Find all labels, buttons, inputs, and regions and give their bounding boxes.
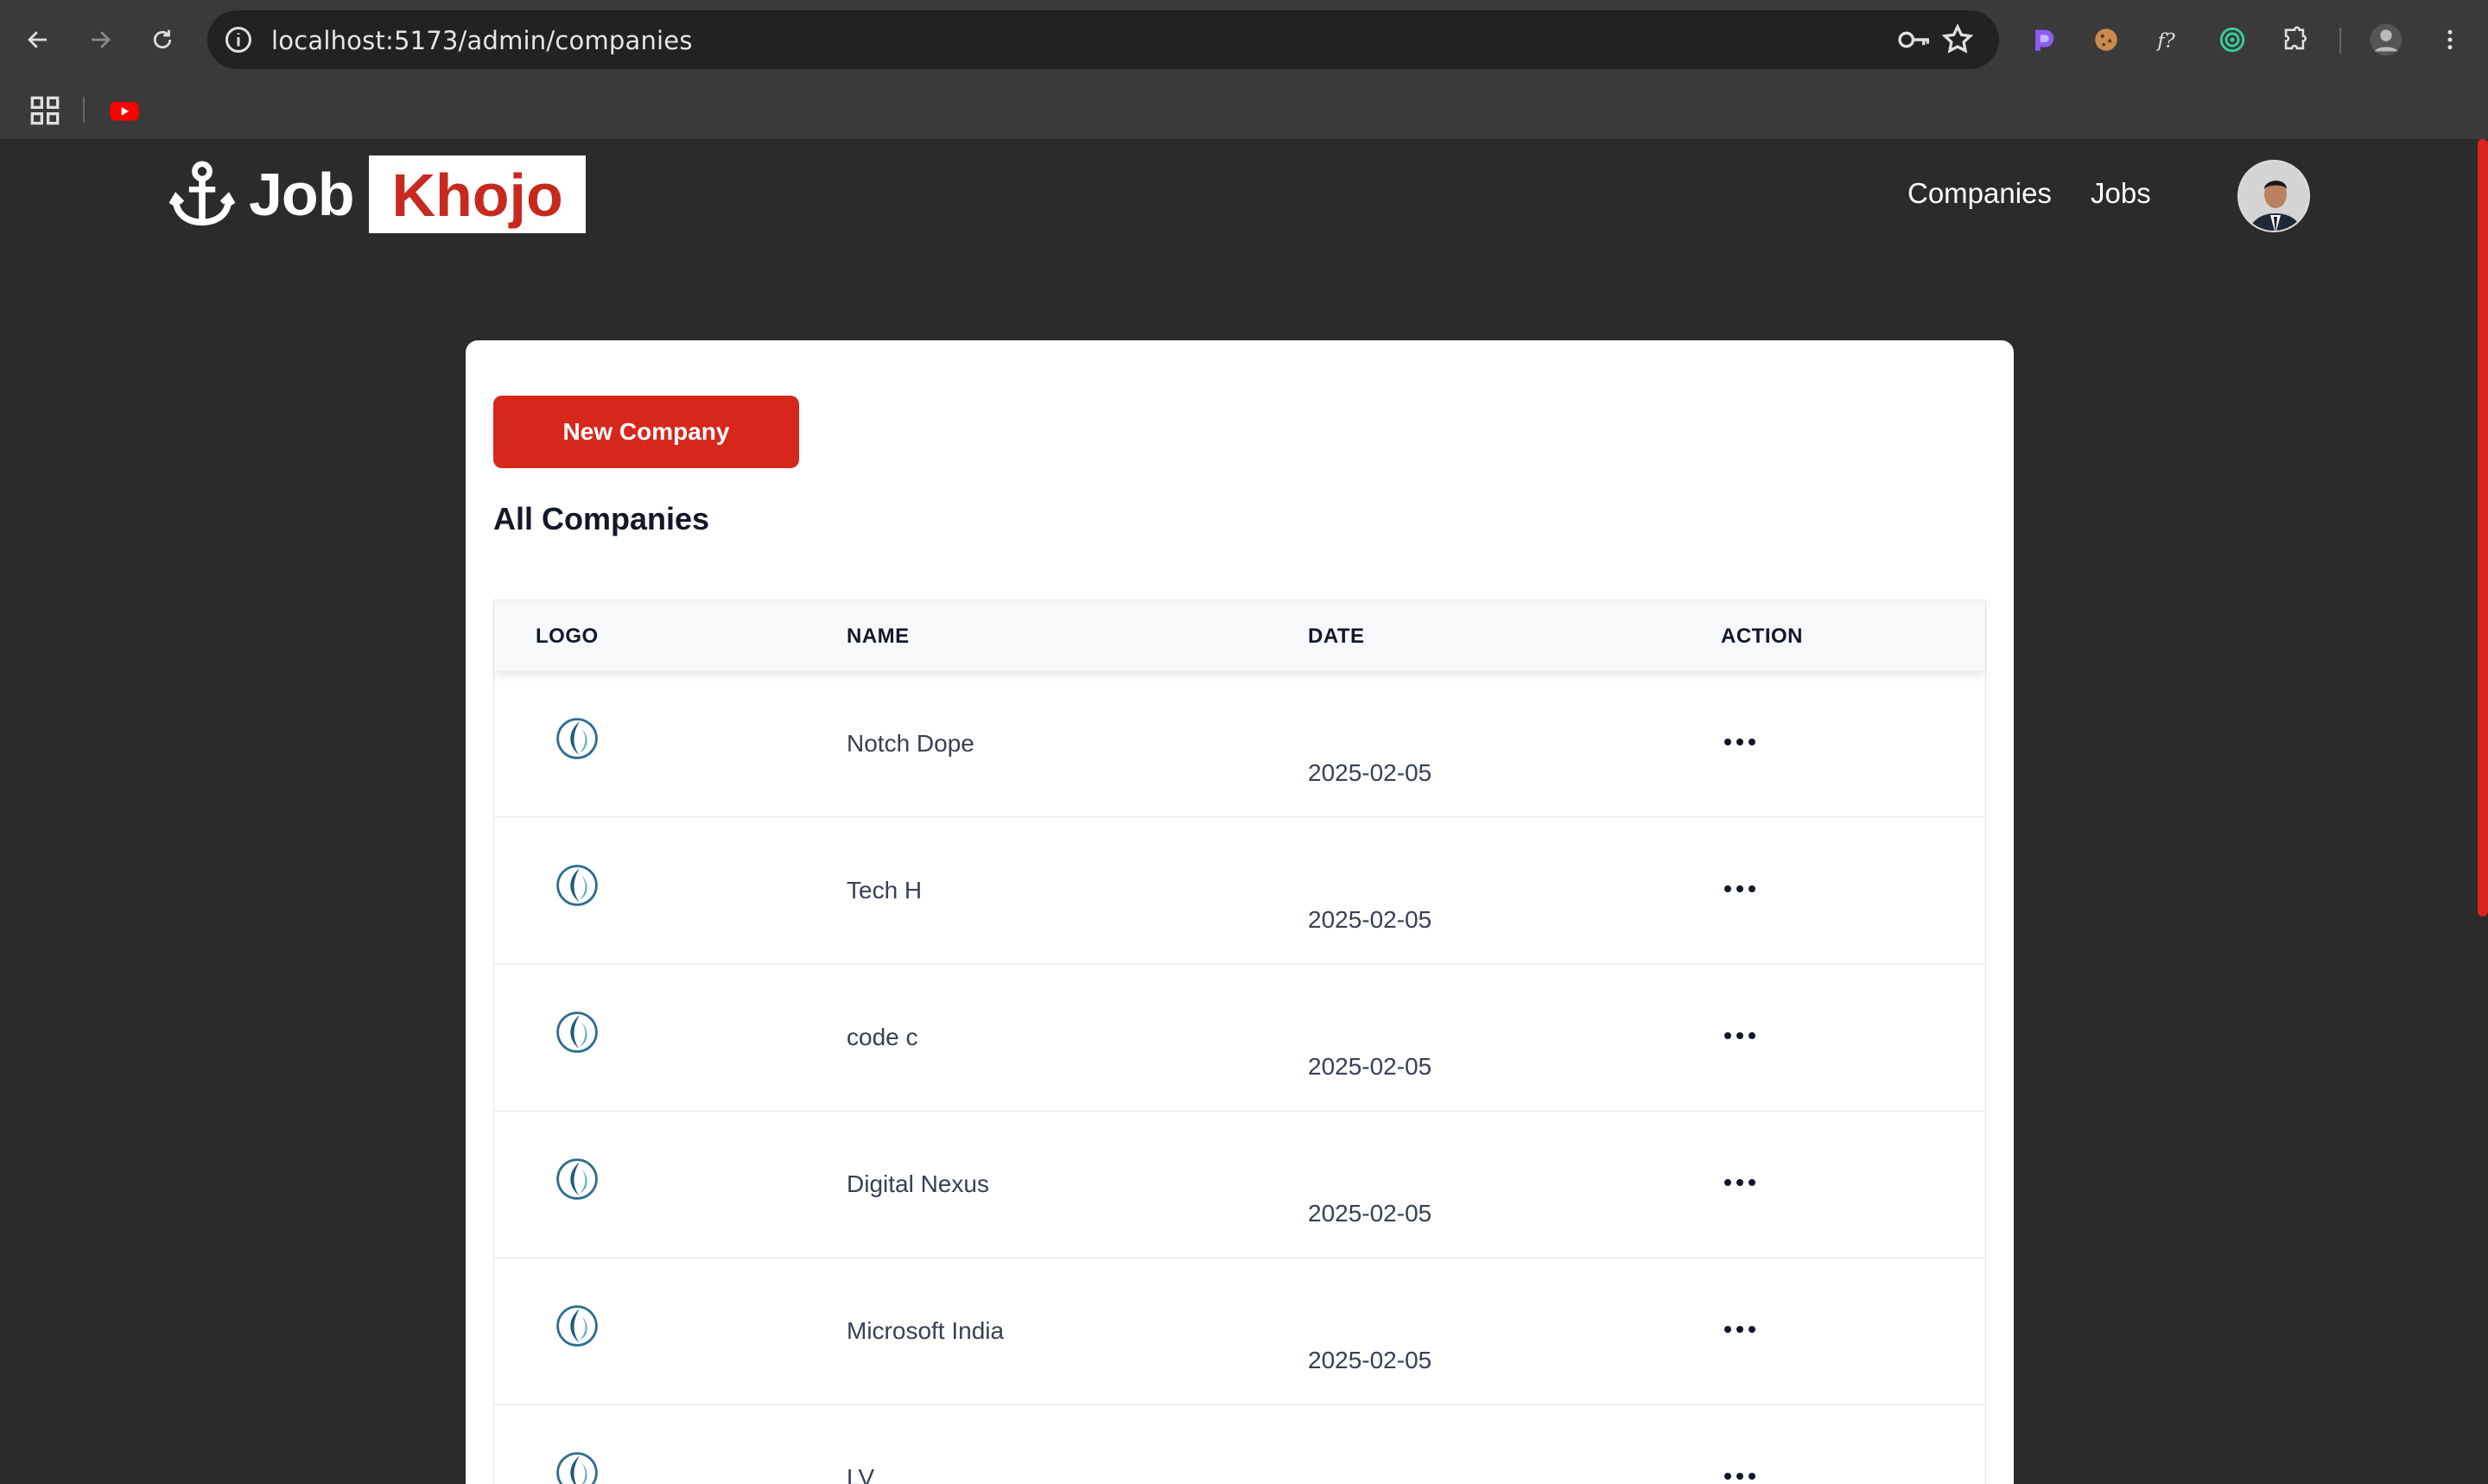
svg-text:f?: f?	[2155, 30, 2175, 53]
table-row: code c 2025-02-05	[494, 965, 1985, 1112]
more-options-icon[interactable]	[1721, 1172, 1759, 1193]
forward-button[interactable]	[81, 21, 119, 59]
company-name: code c	[847, 1024, 918, 1050]
table-row: Microsoft India 2025-02-05	[494, 1259, 1985, 1405]
company-date: 2025-02-05	[1308, 1053, 1432, 1080]
table-row: LV 2025-02-05	[494, 1405, 1985, 1484]
user-avatar[interactable]	[2237, 160, 2310, 232]
company-date: 2025-02-05	[1308, 1200, 1432, 1227]
company-date: 2025-02-05	[1308, 906, 1432, 933]
anchor-icon	[169, 161, 235, 226]
company-name: Notch Dope	[847, 730, 974, 757]
extensions-puzzle-icon[interactable]	[2275, 21, 2313, 59]
reload-icon	[153, 29, 172, 49]
company-date: 2025-02-05	[1308, 1347, 1432, 1373]
cookie-extension-icon[interactable]	[2087, 21, 2125, 59]
company-name: Microsoft India	[847, 1317, 1005, 1344]
user-photo-icon	[2239, 162, 2308, 231]
bookmark-divider	[83, 97, 85, 123]
youtube-bookmark-icon[interactable]	[107, 93, 142, 128]
company-logo-icon	[556, 1158, 598, 1200]
reload-button[interactable]	[143, 21, 181, 59]
apps-grid-icon[interactable]	[26, 92, 64, 130]
nav-link-jobs[interactable]: Jobs	[2091, 177, 2151, 210]
company-name: Tech H	[847, 877, 923, 904]
more-options-icon[interactable]	[1721, 1466, 1759, 1484]
target-extension-icon[interactable]	[2213, 21, 2251, 59]
password-key-icon[interactable]	[1897, 24, 1932, 55]
extension-1-icon[interactable]	[2025, 21, 2063, 59]
company-logo-icon	[556, 1452, 598, 1484]
profile-avatar-icon[interactable]	[2367, 21, 2405, 59]
company-name: Digital Nexus	[847, 1170, 989, 1197]
company-logo-icon	[556, 1305, 598, 1347]
brand-job-text: Job	[249, 161, 354, 228]
table-row: Notch Dope 2025-02-05	[494, 671, 1985, 818]
companies-card: New Company All Companies LOGO NAME DATE…	[466, 340, 2014, 1484]
column-header-action: ACTION	[1721, 625, 1803, 648]
brand-khojo-text: Khojo	[369, 155, 586, 233]
toolbar: localhost:5173/admin/companies f?	[0, 9, 2488, 71]
companies-table: LOGO NAME DATE ACTION Notch Dope 2025-02…	[493, 599, 1986, 1484]
company-name: LV	[847, 1464, 875, 1484]
url-text: localhost:5173/admin/companies	[271, 26, 693, 55]
page-title: All Companies	[493, 501, 710, 536]
column-header-name: NAME	[847, 625, 910, 648]
forward-arrow-icon	[92, 31, 111, 48]
more-options-icon[interactable]	[1721, 732, 1759, 752]
new-company-button[interactable]: New Company	[493, 396, 799, 468]
font-extension-icon[interactable]: f?	[2149, 21, 2187, 59]
table-row: Tech H 2025-02-05	[494, 818, 1985, 965]
bookmarks-bar	[0, 83, 2488, 135]
browser-menu-icon[interactable]	[2431, 21, 2469, 59]
back-arrow-icon	[28, 31, 47, 48]
nav-link-companies[interactable]: Companies	[1907, 177, 2052, 210]
address-bar[interactable]: localhost:5173/admin/companies	[207, 10, 1999, 69]
toolbar-divider	[2339, 28, 2341, 54]
more-options-icon[interactable]	[1721, 878, 1759, 899]
site-info-icon[interactable]	[223, 24, 254, 55]
more-options-icon[interactable]	[1721, 1319, 1759, 1340]
company-date: 2025-02-05	[1308, 759, 1432, 786]
back-button[interactable]	[19, 21, 57, 59]
page-viewport: Job Khojo Companies Jobs New Company All…	[0, 139, 2488, 1484]
scrollbar-thumb[interactable]	[2478, 139, 2488, 916]
company-logo-icon	[556, 1012, 598, 1053]
column-header-date: DATE	[1308, 625, 1365, 648]
column-header-logo: LOGO	[536, 625, 599, 648]
browser-chrome: localhost:5173/admin/companies f?	[0, 0, 2488, 139]
table-header: LOGO NAME DATE ACTION	[494, 600, 1985, 671]
company-logo-icon	[556, 718, 598, 759]
more-options-icon[interactable]	[1721, 1025, 1759, 1046]
brand-logo[interactable]: Job Khojo	[169, 155, 586, 234]
table-row: Digital Nexus 2025-02-05	[494, 1112, 1985, 1259]
bookmark-star-icon[interactable]	[1940, 22, 1975, 57]
company-logo-icon	[556, 865, 598, 906]
